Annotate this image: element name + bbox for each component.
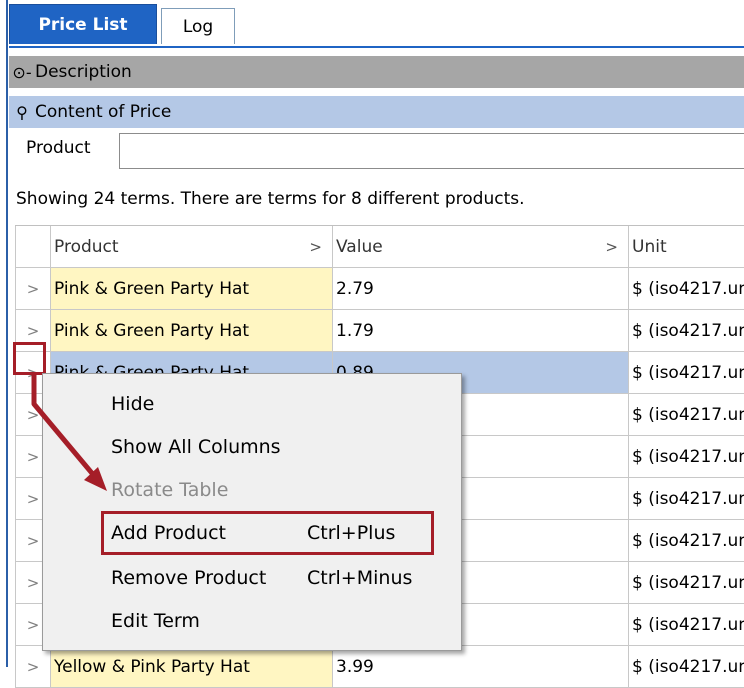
row-expander-icon[interactable]: > xyxy=(15,268,51,309)
tab-price-list[interactable]: Price List xyxy=(9,4,157,44)
menu-item-rotate-table: Rotate Table xyxy=(111,475,228,505)
header-value[interactable]: Value > xyxy=(333,226,629,267)
tab-log[interactable]: Log xyxy=(161,8,235,44)
table-row[interactable]: > Pink & Green Party Hat 2.79 $ (iso4217.un xyxy=(15,268,744,310)
unit-cell[interactable]: $ (iso4217.un xyxy=(629,562,744,603)
tab-bar: Price List Log xyxy=(9,0,744,48)
annotation-expander-highlight xyxy=(13,342,46,375)
window-left-border xyxy=(6,0,8,667)
content-of-price-section[interactable]: ⚲ Content of Price xyxy=(9,96,744,128)
unit-cell[interactable]: $ (iso4217.un xyxy=(629,478,744,519)
header-value-label: Value xyxy=(336,236,383,257)
description-section[interactable]: ⊙‑ Description xyxy=(9,56,744,88)
product-filter-label: Product xyxy=(26,138,91,158)
unit-cell[interactable]: $ (iso4217.un xyxy=(629,310,744,351)
menu-item-show-all-columns-label: Show All Columns xyxy=(111,436,281,458)
product-cell[interactable]: Pink & Green Party Hat xyxy=(51,310,333,351)
menu-item-show-all-columns[interactable]: Show All Columns xyxy=(111,432,281,462)
unit-cell[interactable]: $ (iso4217.un xyxy=(629,352,744,393)
unit-cell[interactable]: $ (iso4217.un xyxy=(629,604,744,645)
menu-item-edit-term-label: Edit Term xyxy=(111,610,200,632)
sort-value-icon[interactable]: > xyxy=(605,238,618,256)
terms-summary: Showing 24 terms. There are terms for 8 … xyxy=(16,189,525,209)
header-product[interactable]: Product > xyxy=(51,226,333,267)
product-filter-input[interactable] xyxy=(119,133,744,169)
menu-item-hide[interactable]: Hide xyxy=(111,389,154,419)
menu-item-remove-product-label: Remove Product xyxy=(111,567,267,589)
unit-cell[interactable]: $ (iso4217.un xyxy=(629,394,744,435)
pin-icon: ⚲ xyxy=(16,102,28,122)
menu-item-rotate-table-label: Rotate Table xyxy=(111,479,229,501)
content-of-price-label: Content of Price xyxy=(35,102,172,122)
menu-item-hide-label: Hide xyxy=(111,393,155,415)
header-product-label: Product xyxy=(54,236,119,257)
menu-item-remove-product-shortcut: Ctrl+Minus xyxy=(307,567,413,589)
header-unit[interactable]: Unit xyxy=(629,226,744,267)
menu-item-remove-product[interactable]: Remove Product Ctrl+Minus xyxy=(111,563,412,593)
menu-item-edit-term[interactable]: Edit Term xyxy=(111,606,200,636)
table-row[interactable]: > Pink & Green Party Hat 1.79 $ (iso4217.un xyxy=(15,310,744,352)
header-expander xyxy=(15,226,51,267)
table-header-row: Product > Value > Unit xyxy=(15,226,744,268)
unit-cell[interactable]: $ (iso4217.un xyxy=(629,520,744,561)
key-icon: ⊙‑ xyxy=(12,62,32,82)
unit-cell[interactable]: $ (iso4217.un xyxy=(629,268,744,309)
unit-cell[interactable]: $ (iso4217.un xyxy=(629,436,744,477)
description-label: Description xyxy=(35,62,132,82)
product-cell[interactable]: Pink & Green Party Hat xyxy=(51,268,333,309)
annotation-add-product-highlight xyxy=(101,511,434,555)
value-cell[interactable]: 1.79 xyxy=(333,310,629,351)
value-cell[interactable]: 2.79 xyxy=(333,268,629,309)
table-row[interactable]: > Yellow & Pink Party Hat 3.99 $ (iso4217.u… xyxy=(15,646,744,688)
sort-product-icon[interactable]: > xyxy=(309,238,322,256)
